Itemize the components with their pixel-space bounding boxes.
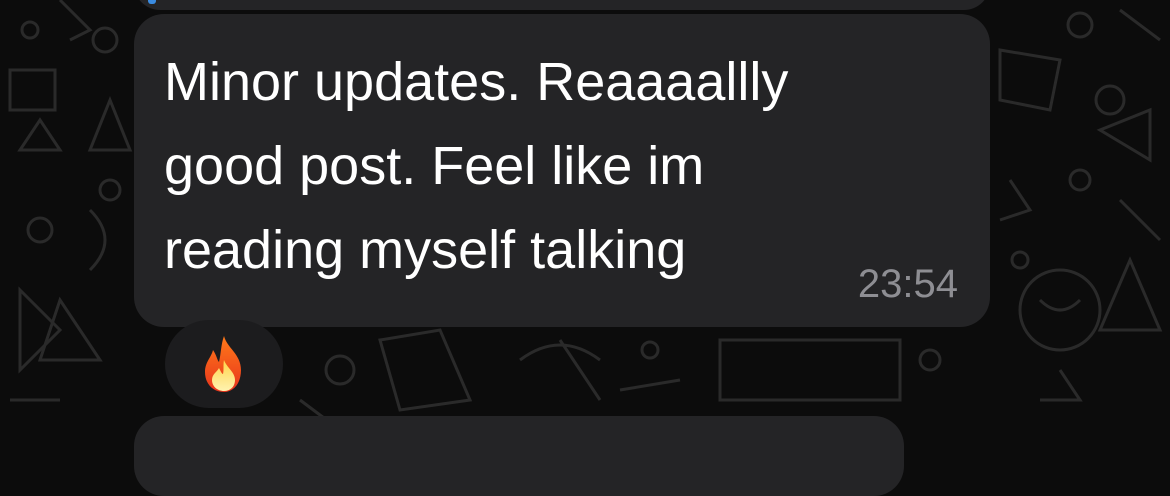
fire-emoji-icon <box>205 336 241 392</box>
message-bubble[interactable]: Minor updates. Reaaaallly good post. Fee… <box>134 14 990 327</box>
previous-message-bubble[interactable] <box>134 0 990 10</box>
next-message-bubble[interactable] <box>134 416 904 496</box>
reaction-chip[interactable] <box>165 320 283 408</box>
message-timestamp: 23:54 <box>857 262 958 306</box>
reply-accent-bar <box>148 0 156 4</box>
message-text: Minor updates. Reaaaallly good post. Fee… <box>164 52 789 280</box>
